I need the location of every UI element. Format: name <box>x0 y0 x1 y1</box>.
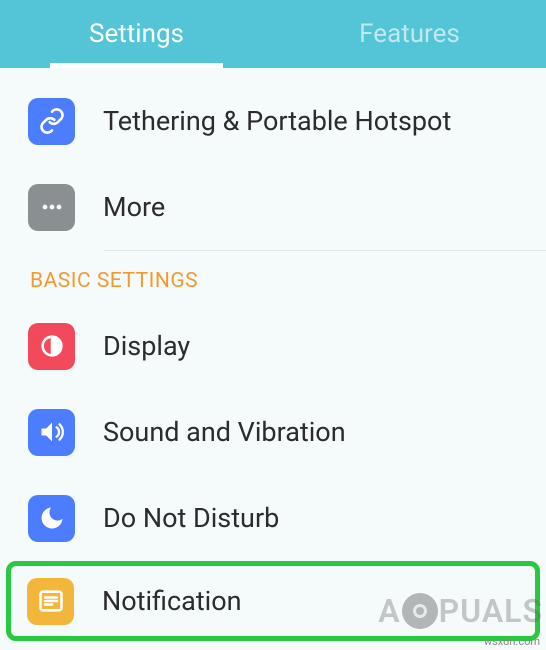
settings-list: Tethering & Portable Hotspot More BASIC … <box>0 68 546 641</box>
watermark: A PUALS <box>378 592 543 630</box>
tab-settings[interactable]: Settings <box>0 0 273 68</box>
section-basic-settings: BASIC SETTINGS <box>0 251 546 303</box>
more-icon <box>28 184 75 231</box>
item-dnd[interactable]: Do Not Disturb <box>0 475 546 561</box>
item-display-label: Display <box>103 330 190 362</box>
item-more[interactable]: More <box>0 164 546 250</box>
item-tethering[interactable]: Tethering & Portable Hotspot <box>0 78 546 164</box>
item-tethering-label: Tethering & Portable Hotspot <box>103 105 451 137</box>
tethering-icon <box>28 98 75 145</box>
watermark-suffix: PUALS <box>439 592 543 630</box>
display-icon <box>28 323 75 370</box>
watermark-prefix: A <box>378 592 400 630</box>
notification-icon <box>27 578 74 625</box>
tab-bar: Settings Features <box>0 0 546 68</box>
item-dnd-label: Do Not Disturb <box>103 502 279 534</box>
tab-settings-label: Settings <box>89 19 184 49</box>
tab-features-label: Features <box>359 19 460 49</box>
source-text: wsxdn.com <box>484 635 540 648</box>
tab-features[interactable]: Features <box>273 0 546 68</box>
item-more-label: More <box>103 191 165 223</box>
sound-icon <box>28 409 75 456</box>
gear-icon <box>402 593 438 629</box>
item-display[interactable]: Display <box>0 303 546 389</box>
item-notification-label: Notification <box>102 585 242 617</box>
dnd-icon <box>28 495 75 542</box>
item-sound[interactable]: Sound and Vibration <box>0 389 546 475</box>
item-sound-label: Sound and Vibration <box>103 416 346 448</box>
